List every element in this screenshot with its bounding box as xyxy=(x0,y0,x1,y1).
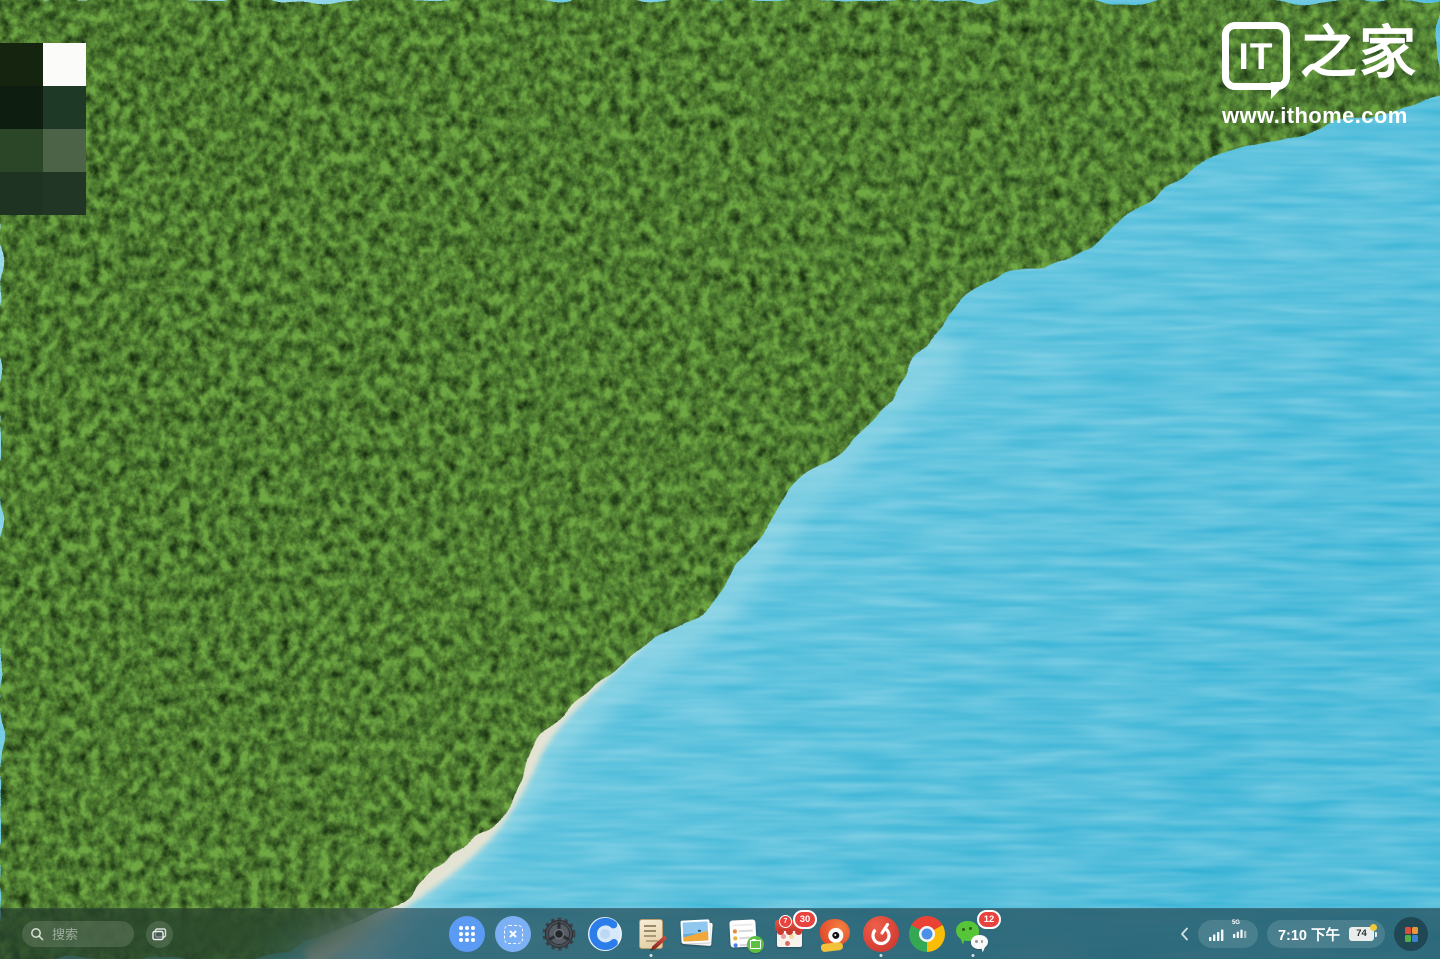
app-text-editor[interactable] xyxy=(633,916,669,952)
running-indicator xyxy=(880,954,883,957)
search-box[interactable] xyxy=(22,921,134,947)
color-square xyxy=(43,43,86,86)
multitasking-view-button[interactable] xyxy=(146,921,173,948)
music-note-icon xyxy=(863,916,899,952)
chrome-icon xyxy=(909,916,945,952)
color-square xyxy=(0,86,43,129)
search-icon xyxy=(30,927,44,941)
wechat-notification-badge: 12 xyxy=(977,910,1001,929)
color-square xyxy=(43,172,86,215)
signal-5g-icon: 5G xyxy=(1233,925,1247,943)
ithome-logo-text: IT xyxy=(1239,38,1274,75)
ithome-url: www.ithome.com xyxy=(1222,103,1418,129)
color-square xyxy=(0,129,43,172)
app-checklist[interactable] xyxy=(725,916,761,952)
browser-icon xyxy=(587,916,623,952)
four-color-logo-icon xyxy=(1405,927,1418,942)
cellular-signal-icon xyxy=(1209,928,1224,941)
wallpaper-image xyxy=(0,0,1440,959)
app-chrome[interactable] xyxy=(909,916,945,952)
app-launcher[interactable] xyxy=(449,916,485,952)
taskbar: 7 30 xyxy=(0,908,1440,959)
color-square xyxy=(0,43,43,86)
network-status-pill[interactable]: 5G xyxy=(1198,920,1258,948)
app-image-viewer[interactable] xyxy=(679,916,715,952)
app-control-center[interactable] xyxy=(541,916,577,952)
color-square xyxy=(43,86,86,129)
app-screenshot-tool[interactable] xyxy=(495,916,531,952)
ithome-watermark: IT 之家 www.ithome.com xyxy=(1222,22,1418,129)
ithome-logo-cn: 之家 xyxy=(1300,22,1418,84)
green-monitor-badge-icon xyxy=(747,936,764,953)
app-weibo[interactable] xyxy=(817,916,853,952)
clock-battery-pill[interactable]: 7:10 下午 74 xyxy=(1267,920,1385,948)
dock: 7 30 xyxy=(449,916,991,952)
color-squares-artifact xyxy=(0,43,86,215)
store-mini-badge: 7 xyxy=(779,915,792,928)
app-netease-music[interactable] xyxy=(863,916,899,952)
app-wechat[interactable]: 12 xyxy=(955,916,991,952)
store-notification-badge: 30 xyxy=(793,910,817,929)
running-indicator xyxy=(972,954,975,957)
color-square xyxy=(43,129,86,172)
desktop: IT 之家 www.ithome.com xyxy=(0,0,1440,959)
gear-icon xyxy=(541,916,577,952)
speech-bubble-tail-icon xyxy=(1271,82,1287,99)
app-store[interactable]: 7 30 xyxy=(771,916,807,952)
screenshot-crop-icon xyxy=(504,925,523,944)
color-square xyxy=(0,172,43,215)
battery-indicator: 74 xyxy=(1349,927,1374,941)
taskbar-left xyxy=(22,909,173,959)
photo-icon xyxy=(680,919,710,943)
ithome-logo-bubble: IT xyxy=(1222,22,1290,90)
charging-indicator xyxy=(1370,924,1377,931)
grid-dots-icon xyxy=(459,926,475,942)
tray-collapse-chevron[interactable] xyxy=(1180,927,1189,941)
search-input[interactable] xyxy=(50,926,126,943)
clock: 7:10 下午 xyxy=(1278,924,1340,945)
app-browser[interactable] xyxy=(587,916,623,952)
stacked-windows-icon xyxy=(152,928,167,941)
running-indicator xyxy=(650,954,653,957)
system-tray: 5G 7:10 下午 74 xyxy=(1180,909,1428,959)
tray-color-logo-button[interactable] xyxy=(1394,917,1428,951)
